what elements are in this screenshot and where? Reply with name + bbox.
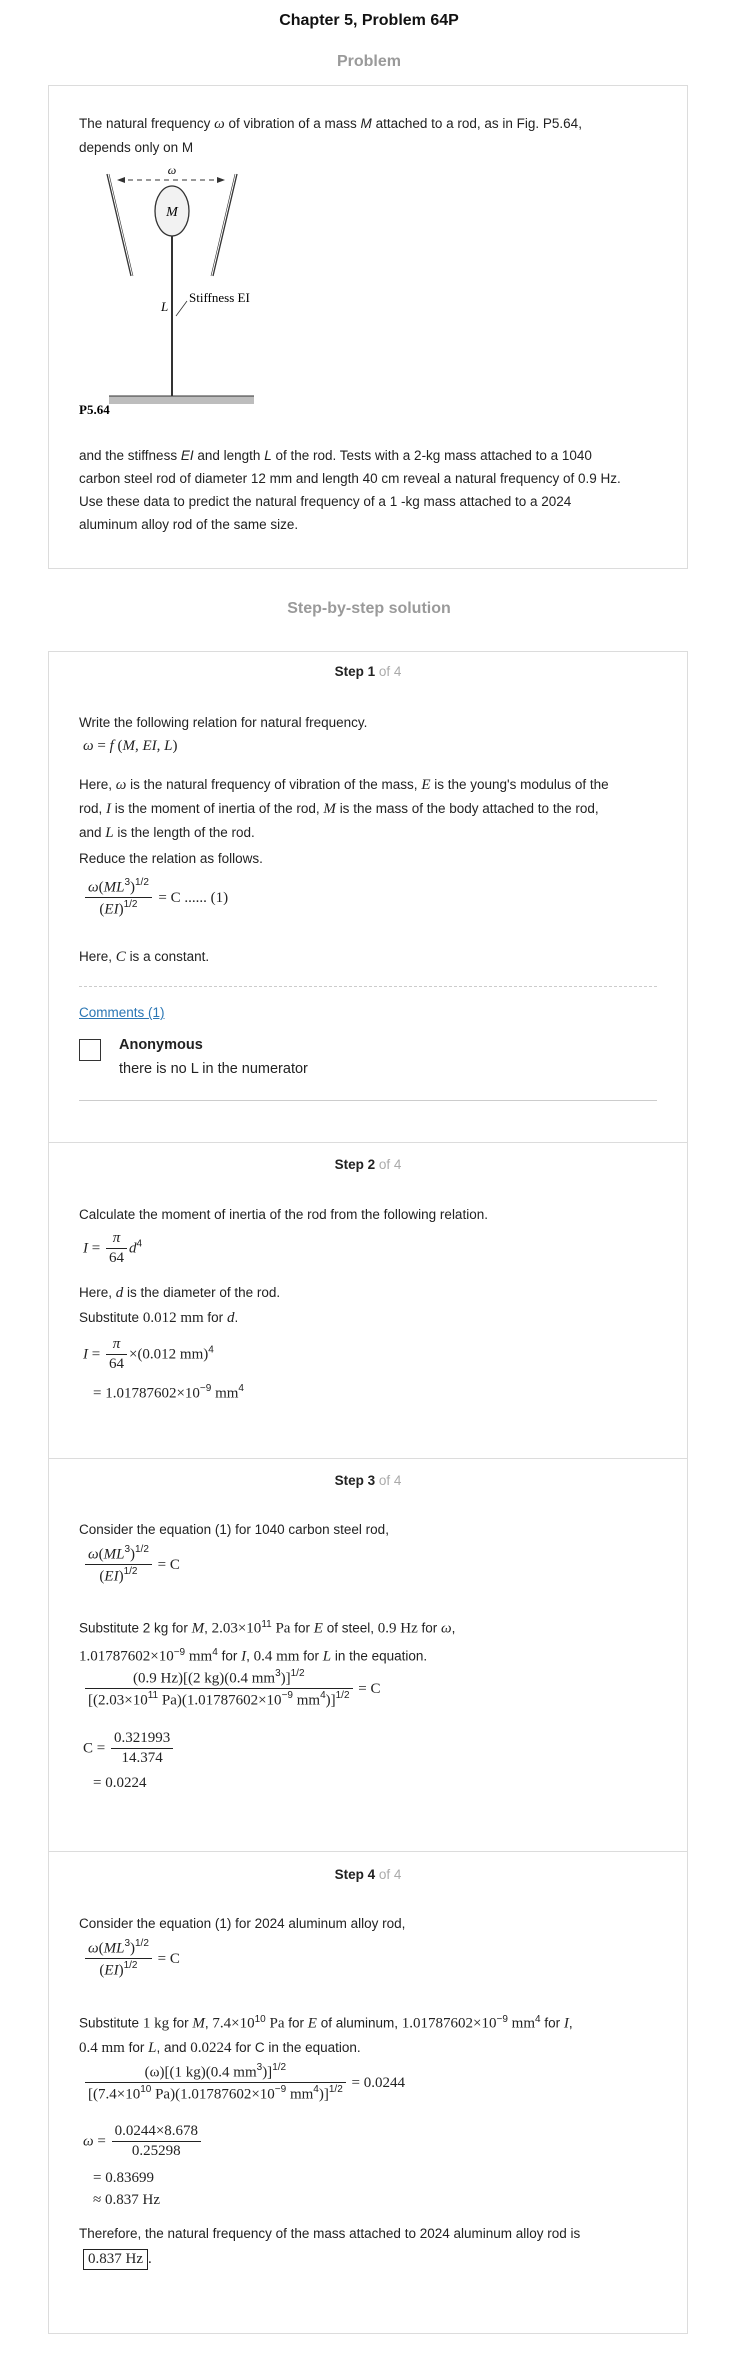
step-4-results: = 0.83699 ≈ 0.837 Hz — [93, 2170, 160, 2208]
step-4-intro: Consider the equation (1) for 2024 alumi… — [79, 1916, 406, 1931]
solution-heading: Step-by-step solution — [287, 600, 451, 617]
figure-stiffness-label: Stiffness EI — [189, 290, 250, 305]
step-4-eq-subst: (ω)[(1 kg)(0.4 mm3)]1/2 [(7.4×1010 Pa)(1.… — [83, 2062, 657, 2104]
comment-text: there is no L in the numerator — [119, 1061, 308, 1077]
figure-omega-label: ω — [168, 166, 176, 177]
step-divider-1 — [49, 1142, 687, 1143]
step-3-eq-form: ω(ML3)1/2 (EI)1/2 = C — [83, 1544, 657, 1586]
step-2-substitute: Substitute 0.012 mm for d. — [79, 1310, 239, 1326]
step-4-substitute: Substitute 1 kg for M, 7.4×1010 Pa for E… — [79, 2014, 573, 2056]
comment-author: Anonymous — [119, 1037, 203, 1053]
step-1-definitions: Here, ω is the natural frequency of vibr… — [79, 777, 609, 841]
problem-statement-top: The natural frequency ω of vibration of … — [79, 116, 582, 155]
final-answer: 0.837 Hz. — [83, 2249, 657, 2270]
page-title: Chapter 5, Problem 64P — [279, 12, 459, 29]
step-2-definition: Here, d is the diameter of the rod. — [79, 1285, 281, 1301]
step-1-divider — [79, 986, 657, 987]
solution-card: Step 1 of 4 Write the following relation… — [48, 651, 688, 2334]
step-2-eq-calc: I = π 64 ×(0.012 mm)4 — [83, 1336, 214, 1372]
step-2-intro: Calculate the moment of inertia of the r… — [79, 1207, 488, 1222]
step-1-heading: Step 1 of 4 — [334, 664, 402, 679]
figure-length-label: L — [160, 299, 168, 314]
comment-divider — [79, 1100, 657, 1101]
step-1-reduce: Reduce the relation as follows. — [79, 851, 263, 866]
step-3-eq-subst: (0.9 Hz)[(2 kg)(0.4 mm3)]1/2 [(2.03×1011 … — [83, 1668, 657, 1710]
step-1-intro: Write the following relation for natural… — [79, 715, 368, 730]
comment-checkbox[interactable] — [79, 1039, 101, 1061]
problem-statement-bottom: and the stiffness EI and length L of the… — [79, 448, 621, 532]
step-1-eq-1: ω(ML3)1/2 (EI)1/2 = C ...... (1) — [83, 877, 657, 919]
step-4-conclusion: Therefore, the natural frequency of the … — [79, 2226, 581, 2241]
step-4-heading: Step 4 of 4 — [334, 1867, 402, 1882]
step-3-intro: Consider the equation (1) for 1040 carbo… — [79, 1522, 389, 1537]
answer-box: 0.837 Hz — [83, 2249, 148, 2270]
step-divider-3 — [49, 1851, 687, 1852]
step-3-substitute: Substitute 2 kg for M, 2.03×1011 Pa for … — [79, 1619, 456, 1664]
step-4-eq-omega: ω = 0.0244×8.678 0.25298 — [83, 2123, 657, 2160]
step-4-eq-form: ω(ML3)1/2 (EI)1/2 = C — [83, 1938, 657, 1980]
step-3-eq-c: C = 0.321993 14.374 — [83, 1730, 657, 1767]
problem-heading: Problem — [336, 53, 401, 70]
comments-link[interactable]: Comments (1) — [79, 1005, 165, 1020]
step-1-constant: Here, C is a constant. — [79, 949, 210, 965]
step-2-heading: Step 2 of 4 — [334, 1157, 402, 1172]
step-1-eq-relation: ω = f (M, EI, L) — [83, 738, 178, 754]
figure-mass-label: M — [165, 205, 179, 220]
figure-id: P5.64 — [79, 402, 110, 417]
problem-card: The natural frequency ω of vibration of … — [48, 85, 688, 569]
step-divider-2 — [49, 1458, 687, 1459]
step-2-result: = 1.01787602×10−9 mm4 — [93, 1383, 244, 1402]
rod-mass-figure: ω M L Stiffness EI P5.64 — [79, 166, 254, 417]
step-3-result: = 0.0224 — [93, 1775, 147, 1791]
comments-section: Comments (1) — [79, 1004, 657, 1022]
step-3-heading: Step 3 of 4 — [334, 1473, 402, 1488]
step-2-eq-inertia: I = π 64 d4 — [83, 1230, 143, 1266]
